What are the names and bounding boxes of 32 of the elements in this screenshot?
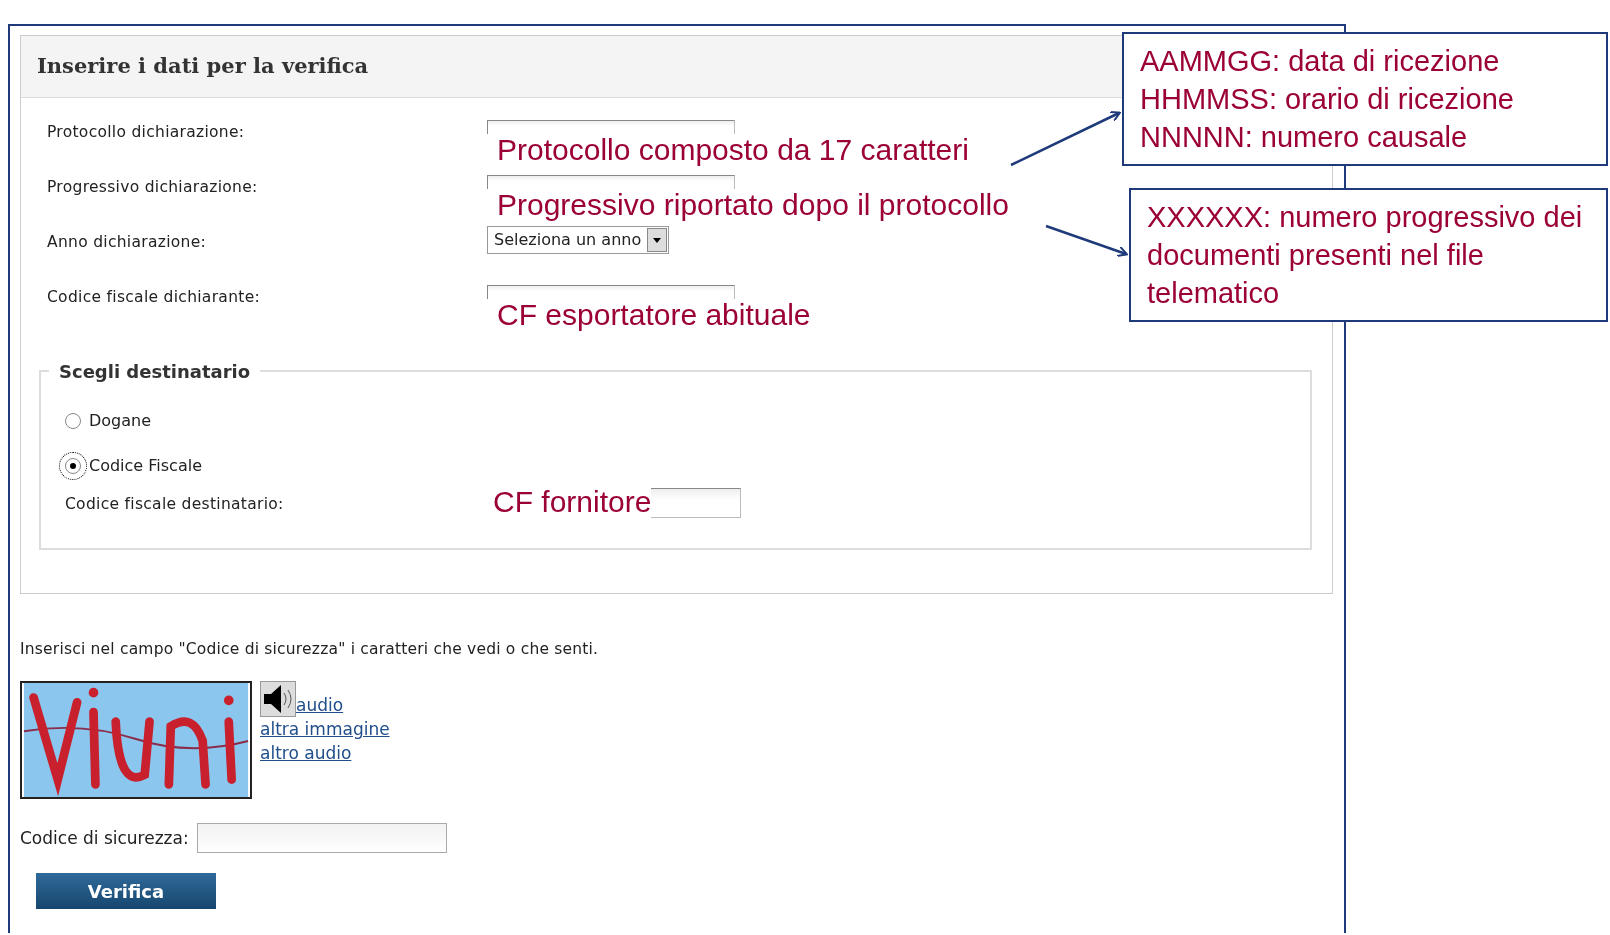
security-code-field[interactable] — [196, 823, 447, 854]
captcha-instructions: Inserisci nel campo "Codice di sicurezza" i caratteri che vedi o che senti. — [20, 639, 600, 660]
radio-label[interactable]: Dogane — [89, 408, 152, 433]
annotation-text: Protocollo composto da 17 caratteri — [497, 134, 969, 166]
input-field[interactable] — [487, 120, 735, 134]
input-field[interactable] — [487, 175, 735, 189]
radio-label[interactable]: Codice Fiscale — [89, 453, 202, 478]
annotation-text: CF esportatore abituale — [497, 299, 811, 331]
input-field[interactable] — [651, 488, 741, 518]
field-label: Anno dichiarazione: — [47, 233, 207, 251]
radio-button[interactable] — [65, 412, 81, 429]
year-dropdown[interactable]: Seleziona un anno — [487, 226, 670, 254]
callout-text: AAMMGG: data di ricezione — [1140, 44, 1501, 79]
field-label: Progressivo dichiarazione: — [47, 178, 258, 196]
caret-icon — [647, 228, 668, 252]
callout-text: XXXXXX: numero progressivo dei documenti presenti nel file telematico — [1147, 201, 1583, 309]
audio-link[interactable]: audio — [296, 693, 344, 718]
field-label: Codice di sicurezza: — [20, 826, 189, 850]
speaker-icon[interactable] — [260, 681, 296, 718]
annotation-text: CF fornitore — [493, 486, 652, 518]
callout-text: HHMMSS: orario di ricezione — [1140, 82, 1515, 117]
input-field[interactable] — [487, 285, 735, 299]
field-label: Codice fiscale dichiarante: — [47, 288, 260, 306]
field-label: Codice fiscale destinatario: — [65, 495, 284, 513]
radio-button[interactable] — [65, 457, 81, 474]
captcha-link[interactable]: altro audio — [260, 741, 352, 766]
captcha-link[interactable]: altra immagine — [260, 717, 390, 742]
panel-title: Inserire i dati per la verifica — [37, 53, 369, 78]
annotation-text: Progressivo riportato dopo il protocollo — [497, 189, 1009, 221]
field-label: Protocollo dichiarazione: — [47, 123, 245, 141]
verify-button[interactable]: Verifica — [36, 873, 216, 910]
callout-text: NNNNN: numero causale — [1140, 120, 1469, 155]
